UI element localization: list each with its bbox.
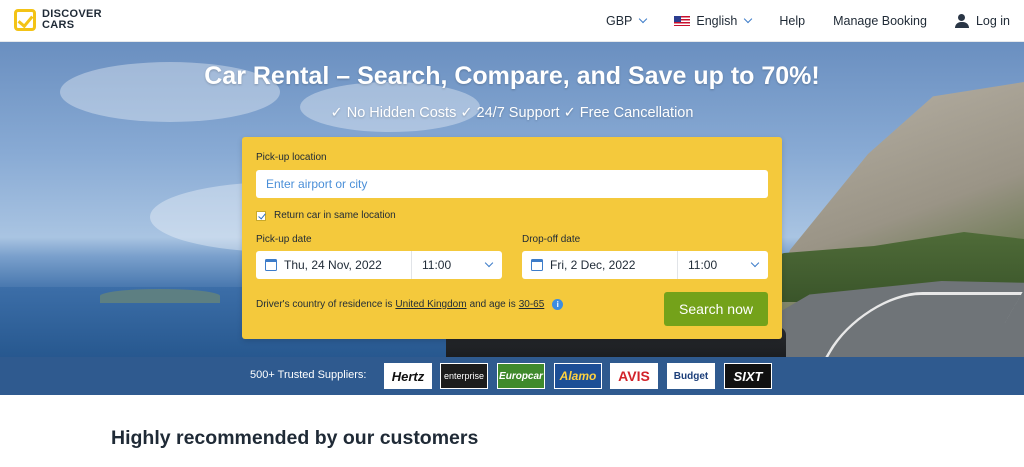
hero-title: Car Rental – Search, Compare, and Save u… bbox=[204, 62, 820, 90]
sixt-logo: SIXT bbox=[724, 363, 772, 389]
language-label: English bbox=[696, 14, 738, 28]
hertz-logo: Hertz bbox=[384, 363, 432, 389]
top-header: DISCOVER CARS GBP English Help Manage Bo… bbox=[0, 0, 1024, 42]
pickup-location-label: Pick-up location bbox=[256, 152, 327, 163]
checkbox-checked-icon bbox=[256, 210, 266, 221]
suppliers-band: 500+ Trusted Suppliers: Hertz enterprise… bbox=[0, 357, 1024, 395]
residence-line: Driver's country of residence is United … bbox=[256, 299, 564, 310]
currency-selector[interactable]: GBP bbox=[605, 14, 648, 28]
residence-prefix: Driver's country of residence is bbox=[256, 299, 393, 310]
dropoff-time-value: 11:00 bbox=[688, 258, 718, 272]
return-same-location-label: Return car in same location bbox=[274, 210, 396, 221]
section-title: Highly recommended by our customers bbox=[111, 427, 479, 449]
alamo-logo: Alamo bbox=[554, 363, 602, 389]
pickup-date-label: Pick-up date bbox=[256, 234, 312, 245]
calendar-icon bbox=[265, 259, 277, 271]
hero-subtitle: ✓ No Hidden Costs ✓ 24/7 Support ✓ Free … bbox=[330, 105, 694, 121]
europcar-logo: Europcar bbox=[497, 363, 545, 389]
pickup-location-input[interactable]: Enter airport or city bbox=[256, 170, 768, 198]
hero-banner: Car Rental – Search, Compare, and Save u… bbox=[0, 42, 1024, 357]
chevron-down-icon bbox=[744, 14, 753, 24]
uk-flag-icon bbox=[674, 16, 691, 26]
suppliers-label: 500+ Trusted Suppliers: bbox=[250, 369, 367, 381]
dropoff-date-value: Fri, 2 Dec, 2022 bbox=[550, 258, 636, 272]
residence-country-link[interactable]: United Kingdom bbox=[395, 299, 466, 310]
login-label: Log in bbox=[975, 14, 1010, 28]
language-selector[interactable]: English bbox=[674, 14, 753, 28]
help-link[interactable]: Help bbox=[779, 14, 805, 28]
dropoff-date-label: Drop-off date bbox=[522, 234, 581, 245]
chevron-down-icon bbox=[484, 258, 494, 268]
chevron-down-icon bbox=[750, 258, 760, 268]
pickup-date-value: Thu, 24 Nov, 2022 bbox=[284, 258, 382, 272]
pickup-time-value: 11:00 bbox=[422, 258, 452, 272]
currency-label: GBP bbox=[605, 14, 633, 28]
driver-age-link[interactable]: 30-65 bbox=[519, 299, 545, 310]
chevron-down-icon bbox=[639, 14, 648, 24]
logo-text: DISCOVER CARS bbox=[42, 9, 102, 31]
main-nav: GBP English Help Manage Booking Log in bbox=[578, 0, 1010, 42]
avis-logo: AVIS bbox=[610, 363, 658, 389]
residence-mid: and age is bbox=[469, 299, 516, 310]
info-icon[interactable]: i bbox=[552, 299, 564, 310]
user-icon bbox=[954, 14, 969, 28]
enterprise-logo: enterprise bbox=[440, 363, 488, 389]
login-link[interactable]: Log in bbox=[954, 14, 1010, 28]
calendar-icon bbox=[531, 259, 543, 271]
search-now-button[interactable]: Search now bbox=[664, 292, 768, 326]
dropoff-datetime-field: Fri, 2 Dec, 2022 11:00 bbox=[522, 251, 768, 279]
background-island bbox=[100, 289, 220, 303]
discover-cars-logo[interactable]: DISCOVER CARS bbox=[14, 9, 102, 31]
return-same-location-checkbox[interactable]: Return car in same location bbox=[256, 210, 396, 221]
pickup-datetime-field: Thu, 24 Nov, 2022 11:00 bbox=[256, 251, 502, 279]
dropoff-date-input[interactable]: Fri, 2 Dec, 2022 bbox=[522, 251, 678, 279]
logo-line-2: CARS bbox=[42, 19, 75, 31]
pickup-time-select[interactable]: 11:00 bbox=[412, 251, 502, 279]
dropoff-time-select[interactable]: 11:00 bbox=[678, 251, 768, 279]
budget-logo: Budget bbox=[667, 363, 715, 389]
logo-check-icon bbox=[14, 9, 36, 31]
search-panel: Pick-up location Enter airport or city R… bbox=[242, 137, 782, 339]
manage-booking-link[interactable]: Manage Booking bbox=[833, 14, 927, 28]
pickup-date-input[interactable]: Thu, 24 Nov, 2022 bbox=[256, 251, 412, 279]
